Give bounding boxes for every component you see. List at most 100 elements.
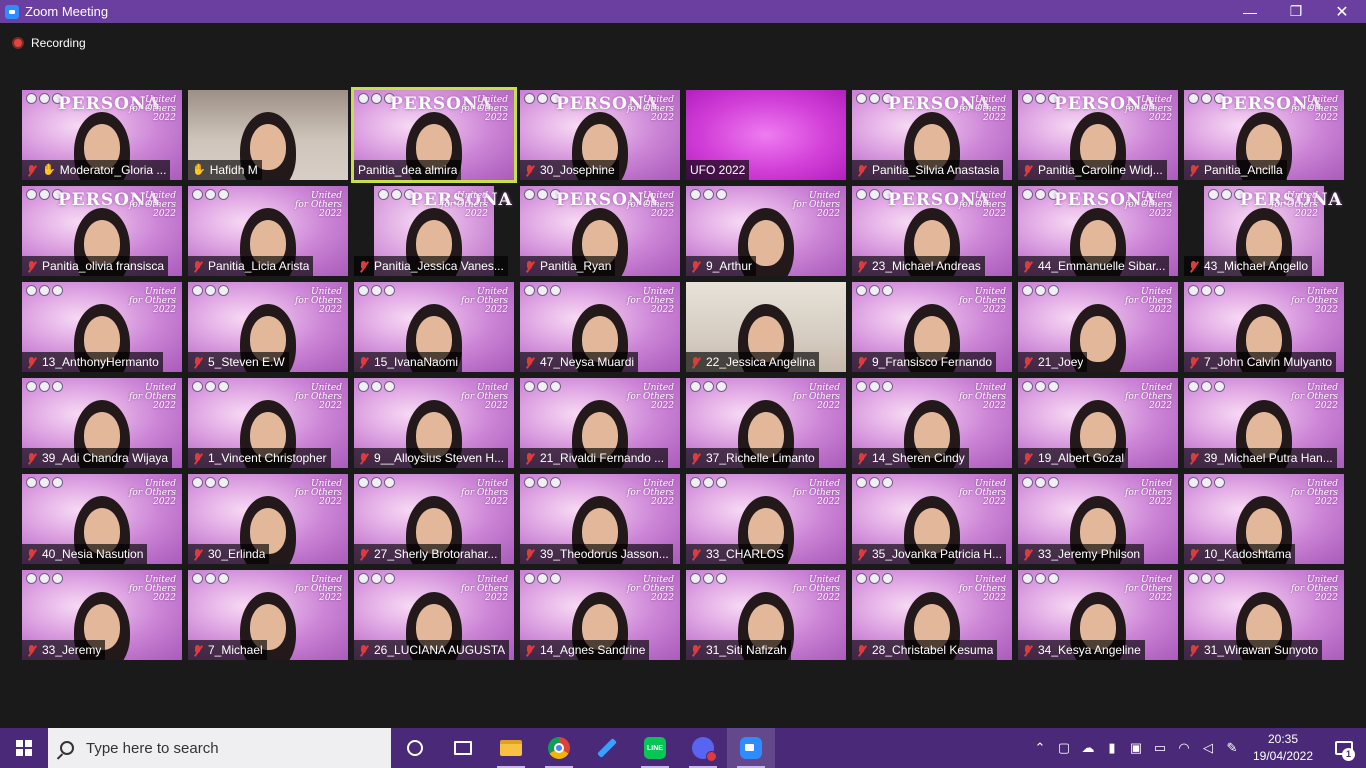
meet-now-icon[interactable]: ▢ [1052,728,1076,768]
muted-mic-icon [1188,356,1200,369]
participant-tile[interactable]: United for Others 2022 19_Albert Gozal [1018,378,1178,468]
participant-tile[interactable]: United for Others 2022 39_Michael Putra Han… [1184,378,1344,468]
discord-button[interactable] [679,728,727,768]
participant-tile[interactable]: United for Others 2022 33_Jeremy [22,570,182,660]
participant-tile[interactable]: United for Others 2022 9_Fransisco Fernando [852,282,1012,372]
participant-tile[interactable]: PERSONA United for Others 2022 44_Emmanuelle… [1018,186,1178,276]
pen-app-button[interactable] [583,728,631,768]
event-logos [358,573,395,584]
participant-tile[interactable]: United for Others 2022 Panitia_Licia Arista [188,186,348,276]
participant-tile[interactable]: United for Others 2022 9__Alloysius Steven … [354,378,514,468]
participant-tile[interactable]: United for Others 2022 27_Sherly Brotorahar… [354,474,514,564]
participant-name-label: 22_Jessica Angelina [686,352,820,372]
notification-count: 1 [1342,748,1355,761]
participant-tile[interactable]: United for Others 2022 7_John Calvin Mulyan… [1184,282,1344,372]
recording-indicator[interactable]: Recording [12,36,86,50]
muted-mic-icon [856,356,868,369]
close-button[interactable]: ✕ [1319,0,1365,23]
logo-icon [869,285,880,296]
onedrive-icon[interactable]: ☁ [1076,728,1100,768]
muted-mic-icon [1022,452,1034,465]
participant-tile[interactable]: United for Others 2022 47_Neysa Muardi [520,282,680,372]
participant-tile[interactable]: United for Others 2022 5_Steven E.W [188,282,348,372]
participant-tile[interactable]: ✋ Hafidh M [188,90,348,180]
participant-tile[interactable]: United for Others 2022 39_Theodorus Jasson.… [520,474,680,564]
participant-tile[interactable]: PERSONA United for Others 2022 30_Josephine [520,90,680,180]
notification-center-button[interactable]: 1 [1322,728,1366,768]
participant-tile[interactable]: United for Others 2022 15_IvanaNaomi [354,282,514,372]
participant-tile[interactable]: United for Others 2022 21_Joey [1018,282,1178,372]
participant-name-label: 9__Alloysius Steven H... [354,448,509,468]
participant-tile[interactable]: PERSONA United for Others 2022 Panitia_Ancil… [1184,90,1344,180]
participant-tile[interactable]: United for Others 2022 7_Michael [188,570,348,660]
participant-tile[interactable]: United for Others 2022 31_Wirawan Sunyoto [1184,570,1344,660]
line-app-button[interactable]: LINE [631,728,679,768]
participant-tile[interactable]: PERSONA United for Others 2022 43_Michael An… [1184,186,1344,276]
cortana-button[interactable] [391,728,439,768]
participant-tile[interactable]: United for Others 2022 14_Agnes Sandrine [520,570,680,660]
participant-tile[interactable]: United for Others 2022 39_Adi Chandra Wijay… [22,378,182,468]
speaker-icon[interactable]: ◁ [1196,728,1220,768]
participant-tile[interactable]: PERSONA United for Others 2022 23_Michael An… [852,186,1012,276]
participant-tile[interactable]: United for Others 2022 31_Siti Nafizah [686,570,846,660]
participant-tile[interactable]: United for Others 2022 37_Richelle Limanto [686,378,846,468]
participant-tile[interactable]: United for Others 2022 14_Sheren Cindy [852,378,1012,468]
file-explorer-button[interactable] [487,728,535,768]
logo-icon [856,573,867,584]
participant-tile[interactable]: United for Others 2022 1_Vincent Christophe… [188,378,348,468]
participant-name: 43_Michael Angello [1204,259,1309,273]
taskbar-clock[interactable]: 20:35 19/04/2022 [1244,731,1322,765]
wifi-icon[interactable]: ◠ [1172,728,1196,768]
taskbar-search-box[interactable]: Type here to search [48,728,391,768]
participant-tile[interactable]: 22_Jessica Angelina [686,282,846,372]
pen-workspace-icon[interactable]: ✎ [1220,728,1244,768]
maximize-button[interactable]: ❐ [1273,0,1319,23]
participant-name: 28_Christabel Kesuma [872,643,994,657]
logo-icon [524,573,535,584]
participant-tile[interactable]: PERSONA United for Others 2022 Panitia_dea a… [351,87,517,183]
participant-tile[interactable]: United for Others 2022 26_LUCIANA AUGUSTA [354,570,514,660]
search-placeholder: Type here to search [86,739,219,757]
participant-name-label: 15_IvanaNaomi [354,352,463,372]
participant-tile[interactable]: United for Others 2022 34_Kesya Angeline [1018,570,1178,660]
participant-tile[interactable]: United for Others 2022 21_Rivaldi Fernando … [520,378,680,468]
network-icon[interactable]: ▣ [1124,728,1148,768]
logo-icon [26,381,37,392]
zoom-taskbar-button[interactable] [727,728,775,768]
participant-name: 33_Jeremy [42,643,102,657]
participant-tile[interactable]: United for Others 2022 30_Erlinda [188,474,348,564]
participant-name: 39_Adi Chandra Wijaya [42,451,169,465]
start-button[interactable] [0,728,48,768]
participant-tile[interactable]: UFO 2022 [686,90,846,180]
battery-icon[interactable]: ▭ [1148,728,1172,768]
event-logos [26,381,63,392]
participant-tile[interactable]: PERSONA United for Others 2022 Panitia_Ryan [520,186,680,276]
logo-icon [358,573,369,584]
participant-tile[interactable]: United for Others 2022 40_Nesia Nasution [22,474,182,564]
participant-name: 33_Jeremy Philson [1038,547,1141,561]
minimize-button[interactable]: — [1227,0,1273,23]
event-logos [1188,573,1225,584]
participant-tile[interactable]: PERSONA United for Others 2022 Panitia_Jessi… [354,186,514,276]
muted-mic-icon [192,548,204,561]
logo-icon [882,573,893,584]
chrome-button[interactable] [535,728,583,768]
participant-tile[interactable]: United for Others 2022 33_Jeremy Philson [1018,474,1178,564]
participant-name: Panitia_Ancilla [1204,163,1283,177]
participant-tile[interactable]: United for Others 2022 9_Arthur [686,186,846,276]
participant-tile[interactable]: PERSONA United for Others 2022 Panitia_Carol… [1018,90,1178,180]
participant-tile[interactable]: PERSONA United for Others 2022 Panitia_olivi… [22,186,182,276]
participant-name: 23_Michael Andreas [872,259,981,273]
participant-tile[interactable]: United for Others 2022 13_AnthonyHermanto [22,282,182,372]
participant-tile[interactable]: PERSONA United for Others 2022 Panitia_Silvi… [852,90,1012,180]
windows-logo-icon [16,740,32,756]
task-view-button[interactable] [439,728,487,768]
microphone-icon[interactable]: ▮ [1100,728,1124,768]
participant-tile[interactable]: United for Others 2022 10_Kadoshtama [1184,474,1344,564]
participant-tile[interactable]: United for Others 2022 33_CHARLOS [686,474,846,564]
participant-tile[interactable]: United for Others 2022 35_Jovanka Patricia … [852,474,1012,564]
muted-mic-icon [26,356,38,369]
participant-tile[interactable]: United for Others 2022 28_Christabel Kesuma [852,570,1012,660]
chevron-up-icon[interactable]: ⌃ [1028,728,1052,768]
participant-tile[interactable]: PERSONA United for Others 2022 ✋ Moderator_Gl… [22,90,182,180]
